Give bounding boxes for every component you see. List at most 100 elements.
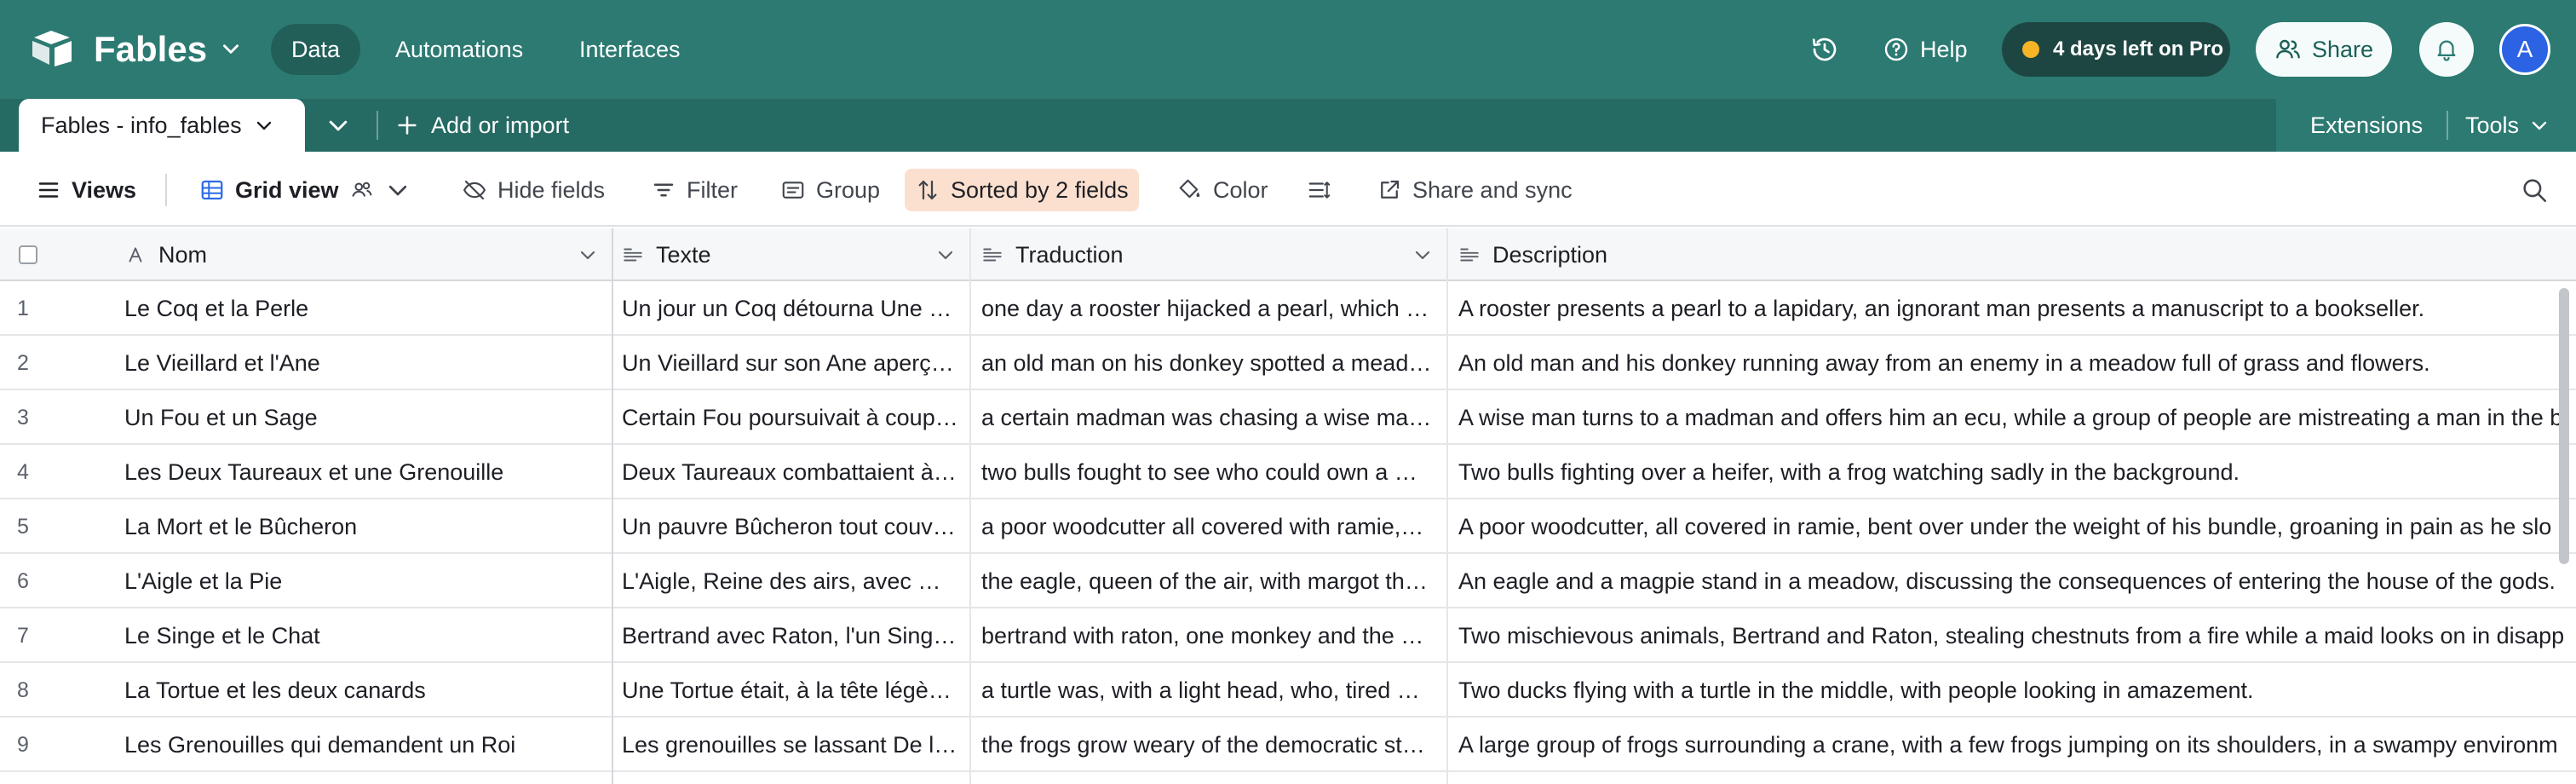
add-or-import-button[interactable]: Add or import [395, 99, 569, 152]
cell-texte[interactable]: Les grenouilles se lassant De l… [622, 718, 959, 772]
table-row[interactable]: 4 Les Deux Taureaux et une Grenouille Deux… [0, 445, 2576, 499]
cell-texte[interactable]: Un Vieillard sur son Ane aperç… [622, 336, 959, 390]
tables-list-chevron-icon[interactable] [325, 112, 351, 138]
table-row[interactable]: 8 La Tortue et les deux canards Une Tortue… [0, 663, 2576, 718]
table-tab-active[interactable]: Fables - info_fables [19, 99, 305, 152]
nav-data-tab[interactable]: Data [271, 24, 361, 75]
cell-nom[interactable]: La Mort et le Bûcheron [124, 499, 603, 554]
plus-icon [398, 116, 417, 135]
column-header-traduction[interactable]: Traduction [981, 228, 1446, 281]
table-row[interactable]: 3 Un Fou et un Sage Certain Fou poursuivai… [0, 390, 2576, 445]
table-row[interactable]: 1 Le Coq et la Perle Un jour un Coq détour… [0, 281, 2576, 336]
color-label: Color [1213, 176, 1268, 203]
nav-interfaces-tab[interactable]: Interfaces [559, 24, 701, 75]
share-and-sync-button[interactable]: Share and sync [1366, 169, 1583, 211]
cell-description[interactable]: A large group of frogs surrounding a cra… [1458, 718, 2576, 772]
row-number: 7 [17, 624, 29, 648]
cell-texte[interactable]: Une Tortue était, à la tête légè… [622, 663, 959, 718]
help-button[interactable]: Help [1883, 31, 1968, 68]
color-button[interactable]: Color [1167, 169, 1279, 211]
filter-label: Filter [687, 176, 738, 203]
row-number: 4 [17, 460, 29, 484]
cell-nom[interactable]: Les Grenouilles qui demandent un Roi [124, 718, 603, 772]
table-row[interactable]: 6 L'Aigle et la Pie L'Aigle, Reine des air… [0, 554, 2576, 608]
cell-texte[interactable]: Un pauvre Bûcheron tout couv… [622, 499, 959, 554]
cell-traduction[interactable]: the eagle, queen of the air, with margot… [981, 554, 1438, 608]
views-button[interactable]: Views [26, 169, 147, 211]
chevron-down-icon[interactable] [935, 245, 956, 265]
airtable-logo-icon[interactable] [31, 29, 75, 68]
grid-view-icon [201, 180, 223, 200]
cell-description[interactable]: A wise man turns to a madman and offers … [1458, 390, 2576, 445]
divider [377, 111, 378, 140]
tools-button[interactable]: Tools [2465, 99, 2550, 152]
user-avatar[interactable]: A [2499, 24, 2550, 75]
hide-fields-button[interactable]: Hide fields [451, 169, 615, 211]
table-row[interactable]: 9 Les Grenouilles qui demandent un Roi Les… [0, 718, 2576, 772]
cell-texte[interactable]: Bertrand avec Raton, l'un Sing… [622, 608, 959, 663]
cell-description[interactable]: An old man and his donkey running away f… [1458, 336, 2576, 390]
cell-nom[interactable]: Les Deux Taureaux et une Grenouille [124, 445, 603, 499]
frozen-column-divider [612, 228, 613, 784]
chevron-down-icon[interactable] [254, 115, 274, 135]
cell-traduction[interactable]: a poor woodcutter all covered with ramie… [981, 499, 1438, 554]
cell-traduction[interactable]: a certain madman was chasing a wise ma… [981, 390, 1438, 445]
column-header-texte[interactable]: Texte [622, 228, 971, 281]
add-import-label: Add or import [431, 112, 570, 138]
sort-icon [918, 180, 937, 200]
table-row[interactable]: 7 Le Singe et le Chat Bertrand avec Raton,… [0, 608, 2576, 663]
collaborators-icon [351, 182, 372, 197]
cell-nom[interactable]: La Tortue et les deux canards [124, 663, 603, 718]
share-button[interactable]: Share [2256, 22, 2392, 77]
menu-icon [38, 182, 59, 198]
cell-nom[interactable]: Le Vieillard et l'Ane [124, 336, 603, 390]
group-button[interactable]: Group [770, 169, 890, 211]
cell-description[interactable]: Two bulls fighting over a heifer, with a… [1458, 445, 2576, 499]
sort-button[interactable]: Sorted by 2 fields [905, 169, 1139, 211]
trial-badge[interactable]: 4 days left on Pro [2002, 22, 2230, 77]
cell-texte[interactable]: Certain Fou poursuivait à coup… [622, 390, 959, 445]
cell-traduction[interactable]: bertrand with raton, one monkey and the … [981, 608, 1438, 663]
cell-description[interactable]: An eagle and a magpie stand in a meadow,… [1458, 554, 2576, 608]
cell-nom[interactable]: L'Aigle et la Pie [124, 554, 603, 608]
views-label: Views [72, 176, 137, 203]
base-name[interactable]: Fables [94, 26, 207, 73]
chevron-down-icon[interactable] [1412, 245, 1433, 265]
history-icon[interactable] [1809, 34, 1840, 65]
cell-description[interactable]: Two ducks flying with a turtle in the mi… [1458, 663, 2576, 718]
cell-description[interactable]: Two mischievous animals, Bertrand and Ra… [1458, 608, 2576, 663]
view-switcher-button[interactable]: Grid view [189, 169, 421, 211]
eye-off-icon [463, 180, 486, 200]
cell-traduction[interactable]: one day a rooster hijacked a pearl, whic… [981, 281, 1438, 336]
column-header-nom[interactable]: Nom [124, 228, 607, 281]
cell-description[interactable]: A rooster presents a pearl to a lapidary… [1458, 281, 2576, 336]
help-label: Help [1920, 36, 1968, 62]
external-share-icon [1381, 180, 1400, 199]
vertical-scrollbar[interactable] [2559, 288, 2569, 564]
table-row[interactable]: 5 La Mort et le Bûcheron Un pauvre Bûchero… [0, 499, 2576, 554]
notifications-button[interactable] [2419, 22, 2474, 77]
cell-traduction[interactable]: the frogs grow weary of the democratic s… [981, 718, 1438, 772]
table-row[interactable]: 2 Le Vieillard et l'Ane Un Vieillard sur s… [0, 336, 2576, 390]
column-header-label: Description [1492, 241, 1608, 268]
chevron-down-icon[interactable] [220, 37, 242, 60]
cell-texte[interactable]: Un jour un Coq détourna Une … [622, 281, 959, 336]
search-icon[interactable] [2520, 176, 2549, 205]
cell-description[interactable]: A poor woodcutter, all covered in ramie,… [1458, 499, 2576, 554]
extensions-button[interactable]: Extensions [2310, 99, 2423, 152]
cell-traduction[interactable]: an old man on his donkey spotted a mead… [981, 336, 1438, 390]
cell-nom[interactable]: Le Singe et le Chat [124, 608, 603, 663]
nav-automations-tab[interactable]: Automations [375, 24, 543, 75]
cell-traduction[interactable]: a turtle was, with a light head, who, ti… [981, 663, 1438, 718]
row-height-button[interactable] [1297, 169, 1343, 211]
cell-nom[interactable]: Le Coq et la Perle [124, 281, 603, 336]
column-header-description[interactable]: Description [1458, 228, 2566, 281]
cell-texte[interactable]: L'Aigle, Reine des airs, avec M… [622, 554, 959, 608]
cell-nom[interactable]: Un Fou et un Sage [124, 390, 603, 445]
cell-traduction[interactable]: two bulls fought to see who could own a … [981, 445, 1438, 499]
select-all-checkbox[interactable] [19, 245, 37, 264]
cell-texte[interactable]: Deux Taureaux combattaient à… [622, 445, 959, 499]
group-label: Group [816, 176, 881, 203]
chevron-down-icon[interactable] [578, 245, 598, 265]
filter-button[interactable]: Filter [641, 169, 748, 211]
